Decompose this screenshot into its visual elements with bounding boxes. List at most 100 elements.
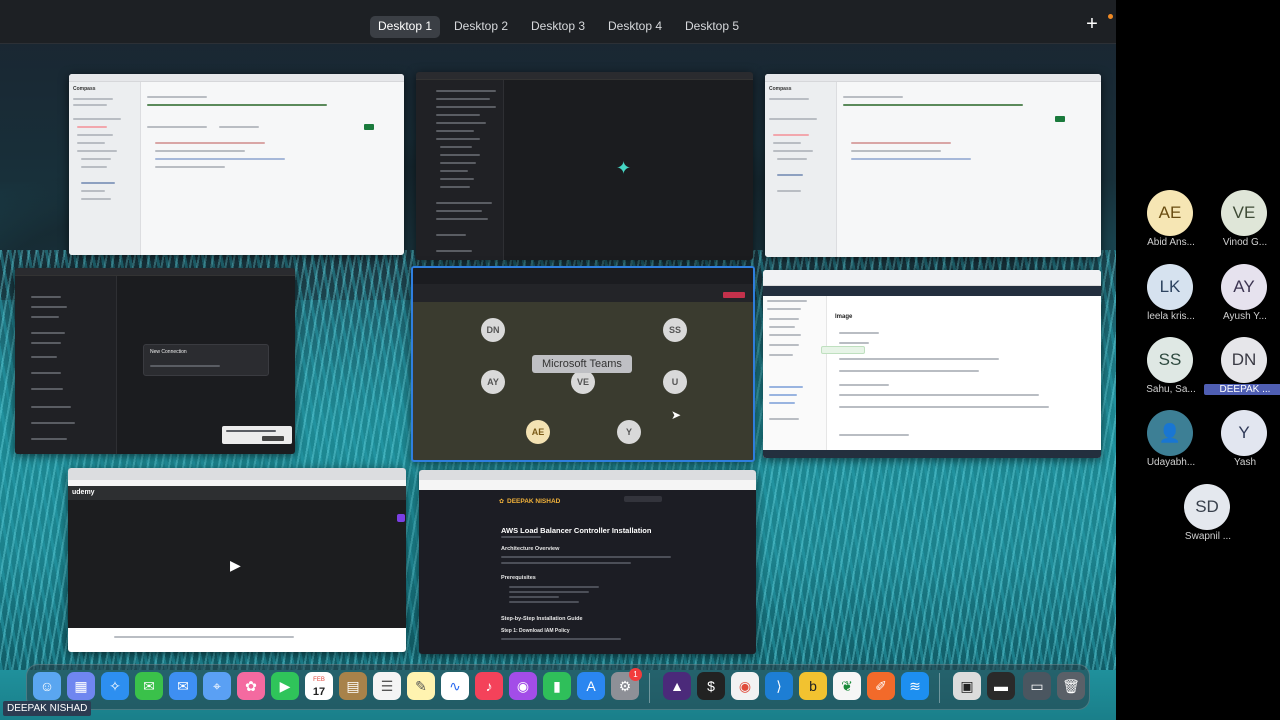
teams-avatar-ae: AE (526, 420, 550, 444)
udemy-logo: udemy (72, 489, 95, 496)
participant-avatar: AY (1221, 264, 1267, 310)
compass-title-2: Compass (769, 86, 792, 92)
blog-logo: DEEPAK NISHAD (507, 498, 561, 505)
teams-avatar-y: Y (617, 420, 641, 444)
participant-person-icon: 👤 (1147, 410, 1193, 456)
presenter-name-label: DEEPAK NISHAD (3, 701, 92, 716)
freeform-icon[interactable]: ∿ (441, 672, 469, 700)
participant-tile[interactable]: AE Abid Ans... (1136, 190, 1206, 254)
participant-name: DEEPAK ... (1204, 384, 1280, 395)
participant-avatar: VE (1221, 190, 1267, 236)
participant-tile[interactable]: SS Sahu, Sa... (1136, 337, 1206, 401)
new-connection-window[interactable]: New Connection (15, 268, 295, 454)
teams-window[interactable]: DN SS AY VE U AE Y Microsoft Teams ➤ (411, 266, 755, 462)
blog-logo-icon: ✿ (499, 499, 505, 505)
launchpad-icon[interactable]: ▦ (67, 672, 95, 700)
leave-call-button[interactable] (723, 292, 745, 298)
participant-avatar: SS (1147, 337, 1193, 383)
participant-name: Udayabh... (1146, 457, 1196, 468)
participant-avatar: Y (1221, 410, 1267, 456)
teams-avatar-ss: SS (663, 318, 687, 342)
reminders-icon[interactable]: ☰ (373, 672, 401, 700)
notes-icon[interactable]: ✎ (407, 672, 435, 700)
participant-name: Sahu, Sa... (1146, 384, 1196, 395)
desktop-2-tab[interactable]: Desktop 2 (446, 16, 516, 38)
participant-avatar: DN (1221, 337, 1267, 383)
mongodb-compass-icon[interactable]: ❦ (833, 672, 861, 700)
proton-vpn-icon[interactable]: ▲ (663, 672, 691, 700)
safari-icon[interactable]: ✧ (101, 672, 129, 700)
desktop-1-tab[interactable]: Desktop 1 (370, 16, 441, 38)
maps-icon[interactable]: ⌖ (203, 672, 231, 700)
recording-indicator (1108, 14, 1113, 19)
docker-icon[interactable]: ≋ (901, 672, 929, 700)
participant-name: Abid Ans... (1147, 237, 1195, 248)
system-settings-icon[interactable]: ⚙ 1 (611, 668, 642, 700)
play-icon[interactable]: ▶ (230, 557, 241, 574)
update-toast[interactable] (222, 426, 292, 444)
blog-search-input[interactable] (624, 496, 662, 502)
desktop-3-tab[interactable]: Desktop 3 (523, 16, 593, 38)
photos-icon[interactable]: ✿ (237, 672, 265, 700)
finder-icon[interactable]: ☺ (33, 672, 61, 700)
blog-section-install-guide: Step-by-Step Installation Guide (501, 616, 583, 622)
participant-tile[interactable]: SD Swapnil ... (1173, 484, 1243, 548)
udemy-window[interactable]: udemy ▶ (68, 468, 406, 652)
participant-name: Vinod G... (1222, 237, 1268, 248)
desktop-background: Desktop 1 Desktop 2 Desktop 3 Desktop 4 … (0, 0, 1116, 720)
messages-icon[interactable]: ✉ (135, 672, 163, 700)
blog-section-architecture: Architecture Overview (501, 546, 560, 552)
participant-tile[interactable]: LK leela kris... (1136, 264, 1206, 328)
participant-avatar: LK (1147, 264, 1193, 310)
new-connection-dialog[interactable]: New Connection (143, 344, 269, 376)
compass-window-1[interactable]: Compass (69, 74, 404, 255)
vscode-icon[interactable]: ⟩ (765, 672, 793, 700)
compass-title: Compass (73, 86, 96, 92)
desktop-4-tab[interactable]: Desktop 4 (600, 16, 670, 38)
podcasts-icon[interactable]: ◉ (509, 672, 537, 700)
spaces-bar: Desktop 1 Desktop 2 Desktop 3 Desktop 4 … (0, 0, 1116, 44)
add-desktop-button[interactable]: + (1082, 14, 1102, 34)
trash-icon[interactable]: 🗑 (1057, 672, 1085, 700)
teams-avatar-ay: AY (481, 370, 505, 394)
app-store-icon[interactable]: A (577, 672, 605, 700)
mouse-cursor-icon: ➤ (671, 408, 682, 422)
participant-tile[interactable]: 👤 Udayabh... (1136, 410, 1206, 474)
participant-tile[interactable]: AY Ayush Y... (1210, 264, 1280, 328)
participant-tile[interactable]: Y Yash (1210, 410, 1280, 474)
settings-badge: 1 (629, 668, 642, 681)
blog-section-prerequisites: Prerequisites (501, 575, 536, 581)
aws-ecr-window[interactable]: Image (763, 270, 1101, 458)
music-icon[interactable]: ♪ (475, 672, 503, 700)
participant-tile[interactable]: DN DEEPAK ... (1204, 337, 1280, 401)
participant-name: Swapnil ... (1184, 531, 1232, 542)
compass-window-2[interactable]: Compass (765, 74, 1101, 257)
numbers-icon[interactable]: ▮ (543, 672, 571, 700)
mail-icon[interactable]: ✉ (169, 672, 197, 700)
participant-avatar: AE (1147, 190, 1193, 236)
participant-tile[interactable]: VE Vinod G... (1210, 190, 1280, 254)
calendar-icon[interactable]: FEB 17 (305, 672, 333, 700)
teams-avatar-u: U (663, 370, 687, 394)
recent-window-icon-3[interactable]: ▭ (1023, 672, 1051, 700)
code-editor-window[interactable]: ✦ (416, 72, 753, 260)
sparkle-icon: ✦ (616, 158, 632, 178)
new-connection-title: New Connection (150, 349, 187, 355)
participants-panel: AE Abid Ans... VE Vinod G... LK leela kris...… (1116, 0, 1280, 720)
chrome-icon[interactable]: ◉ (731, 672, 759, 700)
participant-name: Yash (1233, 457, 1257, 468)
recent-window-icon[interactable]: ▣ (953, 672, 981, 700)
notes-brown-icon[interactable]: ▤ (339, 672, 367, 700)
dock: ☺ ▦ ✧ ✉ ✉ ⌖ ✿ ▶ FEB 17 ▤ ☰ ✎ ∿ ♪ ◉ ▮ A ⚙… (26, 664, 1090, 710)
b-app-icon[interactable]: b (799, 672, 827, 700)
recent-window-icon-2[interactable]: ▬ (987, 672, 1015, 700)
teams-avatar-ve: VE (571, 370, 595, 394)
participant-name: Ayush Y... (1223, 311, 1267, 322)
blog-title: AWS Load Balancer Controller Installatio… (501, 526, 652, 535)
desktop-5-tab[interactable]: Desktop 5 (677, 16, 747, 38)
facetime-icon[interactable]: ▶ (271, 672, 299, 700)
postman-icon[interactable]: ✐ (867, 672, 895, 700)
blog-window[interactable]: DEEPAK NISHAD ✿ AWS Load Balancer Contro… (419, 470, 756, 654)
teams-window-label: Microsoft Teams (532, 355, 632, 373)
terminal-icon[interactable]: $ (697, 672, 725, 700)
